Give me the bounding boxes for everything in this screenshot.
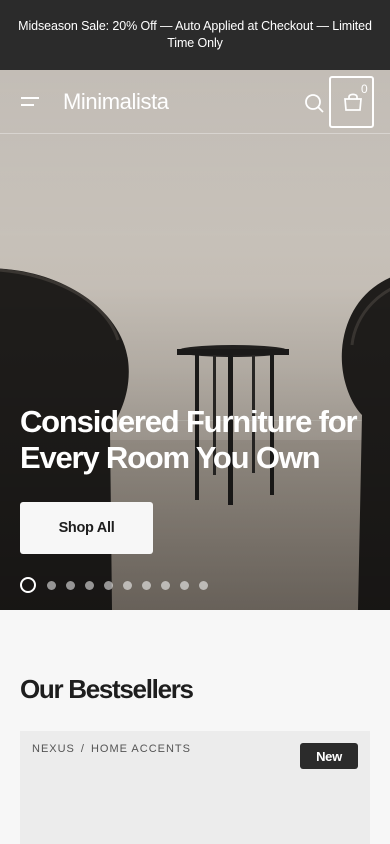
menu-button[interactable] — [20, 94, 42, 110]
shop-all-button[interactable]: Shop All — [20, 502, 153, 554]
slide-dot-7[interactable] — [142, 580, 151, 590]
slide-dot-2[interactable] — [47, 580, 56, 590]
cart-count: 0 — [361, 82, 368, 96]
product-brand[interactable]: NEXUS — [32, 743, 75, 755]
slide-dot-6[interactable] — [123, 580, 132, 590]
product-breadcrumb: NEXUS / HOME ACCENTS — [32, 743, 191, 755]
shopping-bag-icon — [344, 93, 362, 111]
slide-dot-10[interactable] — [199, 580, 208, 590]
new-badge: New — [300, 743, 358, 769]
announcement-bar: Midseason Sale: 20% Off — Auto Applied a… — [0, 0, 390, 70]
search-button[interactable] — [303, 92, 325, 114]
slide-dot-3[interactable] — [66, 580, 75, 590]
slide-dot-9[interactable] — [180, 580, 189, 590]
breadcrumb-separator: / — [80, 743, 85, 755]
slide-dot-1[interactable] — [20, 577, 36, 593]
cart-button[interactable]: 0 — [329, 76, 374, 128]
site-header: Minimalista 0 — [0, 70, 390, 134]
site-logo[interactable]: Minimalista — [63, 88, 169, 116]
hamburger-menu-icon — [21, 97, 39, 106]
announcement-text: Midseason Sale: 20% Off — Auto Applied a… — [18, 19, 372, 50]
product-card[interactable]: NEXUS / HOME ACCENTS New — [20, 731, 370, 844]
bestsellers-title: Our Bestsellers — [20, 674, 194, 704]
product-category[interactable]: HOME ACCENTS — [91, 743, 191, 755]
slide-pagination — [20, 577, 218, 593]
slide-dot-8[interactable] — [161, 580, 170, 590]
slide-dot-5[interactable] — [104, 580, 113, 590]
search-icon — [305, 94, 324, 113]
hero-title: Considered Furniture for Every Room You … — [20, 404, 358, 475]
slide-dot-4[interactable] — [85, 580, 94, 590]
